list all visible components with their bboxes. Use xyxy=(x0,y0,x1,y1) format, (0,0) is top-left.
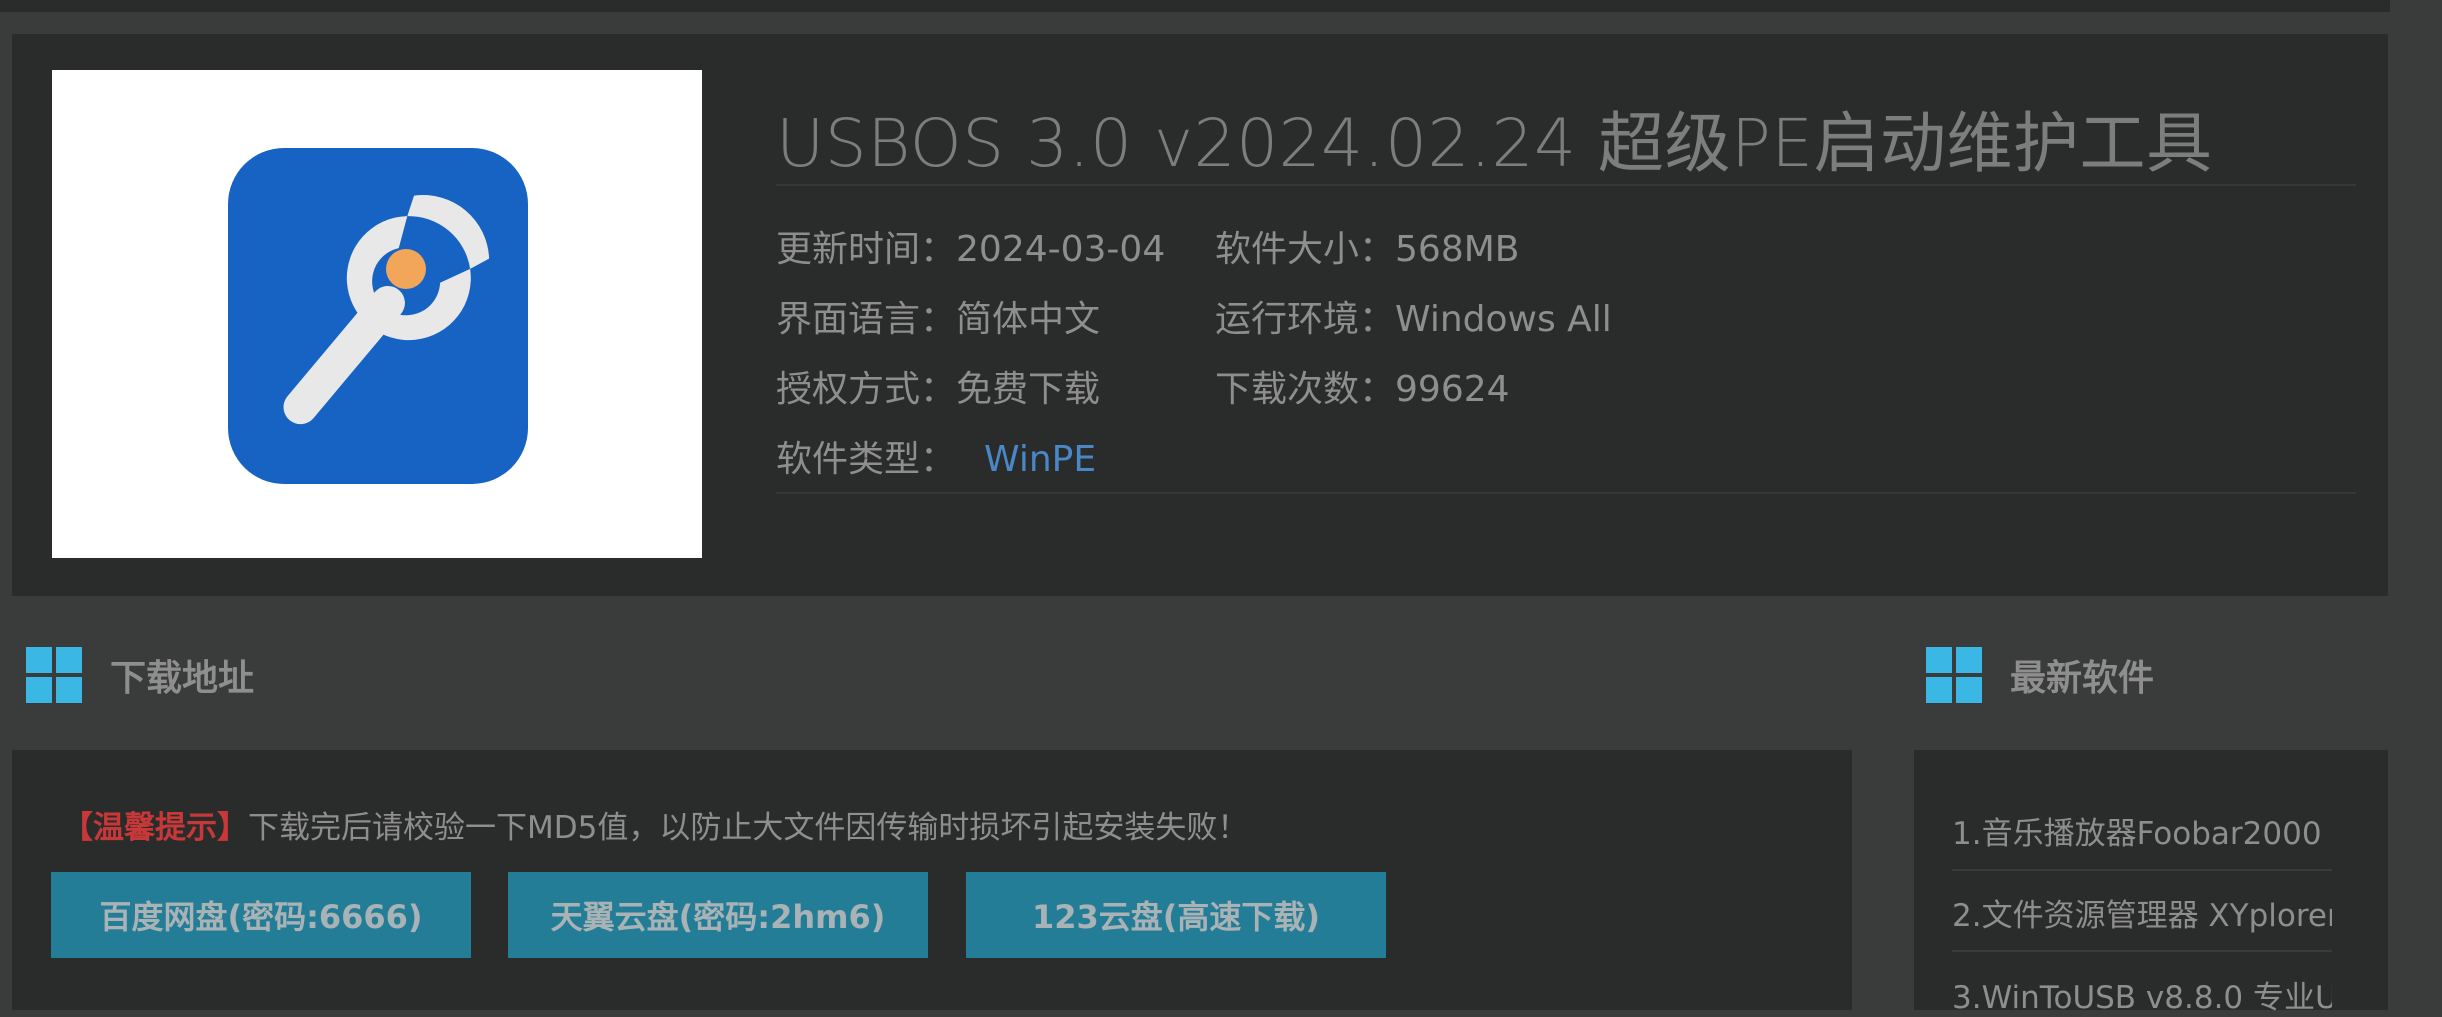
software-title: USBOS 3.0 v2024.02.24 超级PE启动维护工具 xyxy=(776,105,2213,182)
software-info-card: USBOS 3.0 v2024.02.24 超级PE启动维护工具 更新时间：20… xyxy=(12,34,2388,596)
latest-item-divider xyxy=(1952,950,2332,952)
top-bar xyxy=(0,0,2390,12)
meta-env: 运行环境：Windows All xyxy=(1215,290,1612,342)
meta-language: 界面语言：简体中文 xyxy=(776,290,1100,342)
language-label: 界面语言： xyxy=(776,299,957,340)
download-panel: 【温馨提示】下载完后请校验一下MD5值，以防止大文件因传输时损坏引起安装失败！ … xyxy=(0,738,1864,1010)
meta-license: 授权方式：免费下载 xyxy=(776,360,1100,412)
tip-text: 下载完后请校验一下MD5值，以防止大文件因传输时损坏引起安装失败！ xyxy=(248,810,1249,846)
download-tip: 【温馨提示】下载完后请校验一下MD5值，以防止大文件因传输时损坏引起安装失败！ xyxy=(62,802,1248,847)
tip-label: 【温馨提示】 xyxy=(62,810,248,846)
license-value: 免费下载 xyxy=(956,369,1101,410)
type-label: 软件类型： xyxy=(776,439,957,480)
latest-item[interactable]: 1.音乐播放器Foobar2000 xyxy=(1952,808,2332,853)
size-value: 568MB xyxy=(1395,229,1520,270)
latest-section-header: 最新软件 xyxy=(1926,640,2154,710)
download-section-title: 下载地址 xyxy=(110,658,255,699)
software-thumbnail xyxy=(52,70,702,558)
type-link[interactable]: WinPE xyxy=(984,439,1096,480)
latest-item-divider xyxy=(1952,869,2332,871)
latest-item[interactable]: 2.文件资源管理器 XYplorer xyxy=(1952,890,2332,935)
language-value: 简体中文 xyxy=(956,299,1101,340)
downloads-label: 下载次数： xyxy=(1215,369,1396,410)
download-card: 【温馨提示】下载完后请校验一下MD5值，以防止大文件因传输时损坏引起安装失败！ … xyxy=(12,750,1852,1010)
latest-software-card: 1.音乐播放器Foobar2000 2.文件资源管理器 XYplorer 3.W… xyxy=(1914,750,2388,1016)
env-value: Windows All xyxy=(1395,299,1612,340)
latest-section-title: 最新软件 xyxy=(2010,658,2155,699)
env-label: 运行环境： xyxy=(1215,299,1396,340)
meta-update-time: 更新时间：2024-03-04 xyxy=(776,220,1165,272)
info-bottom-divider xyxy=(776,492,2356,494)
size-label: 软件大小： xyxy=(1215,229,1396,270)
windows-logo-icon xyxy=(1926,647,1982,703)
update-time-label: 更新时间： xyxy=(776,229,957,270)
title-divider xyxy=(776,184,2356,186)
meta-size: 软件大小：568MB xyxy=(1215,220,1520,272)
windows-logo-icon xyxy=(26,647,82,703)
wrench-tool-icon xyxy=(228,148,528,484)
123pan-download-button[interactable]: 123云盘(高速下载) xyxy=(966,872,1386,958)
software-info-panel: USBOS 3.0 v2024.02.24 超级PE启动维护工具 更新时间：20… xyxy=(0,22,2400,607)
baidu-download-button[interactable]: 百度网盘(密码:6666) xyxy=(51,872,471,958)
downloads-value: 99624 xyxy=(1395,369,1510,410)
meta-type: 软件类型： WinPE xyxy=(776,430,1096,482)
tianyi-download-button[interactable]: 天翼云盘(密码:2hm6) xyxy=(508,872,928,958)
meta-downloads: 下载次数：99624 xyxy=(1215,360,1510,412)
latest-item[interactable]: 3.WinToUSB v8.8.0 专业U xyxy=(1952,972,2332,1017)
download-section-header: 下载地址 xyxy=(26,640,254,710)
license-label: 授权方式： xyxy=(776,369,957,410)
latest-software-panel: 1.音乐播放器Foobar2000 2.文件资源管理器 XYplorer 3.W… xyxy=(1902,738,2400,1016)
update-time-value: 2024-03-04 xyxy=(956,229,1166,270)
